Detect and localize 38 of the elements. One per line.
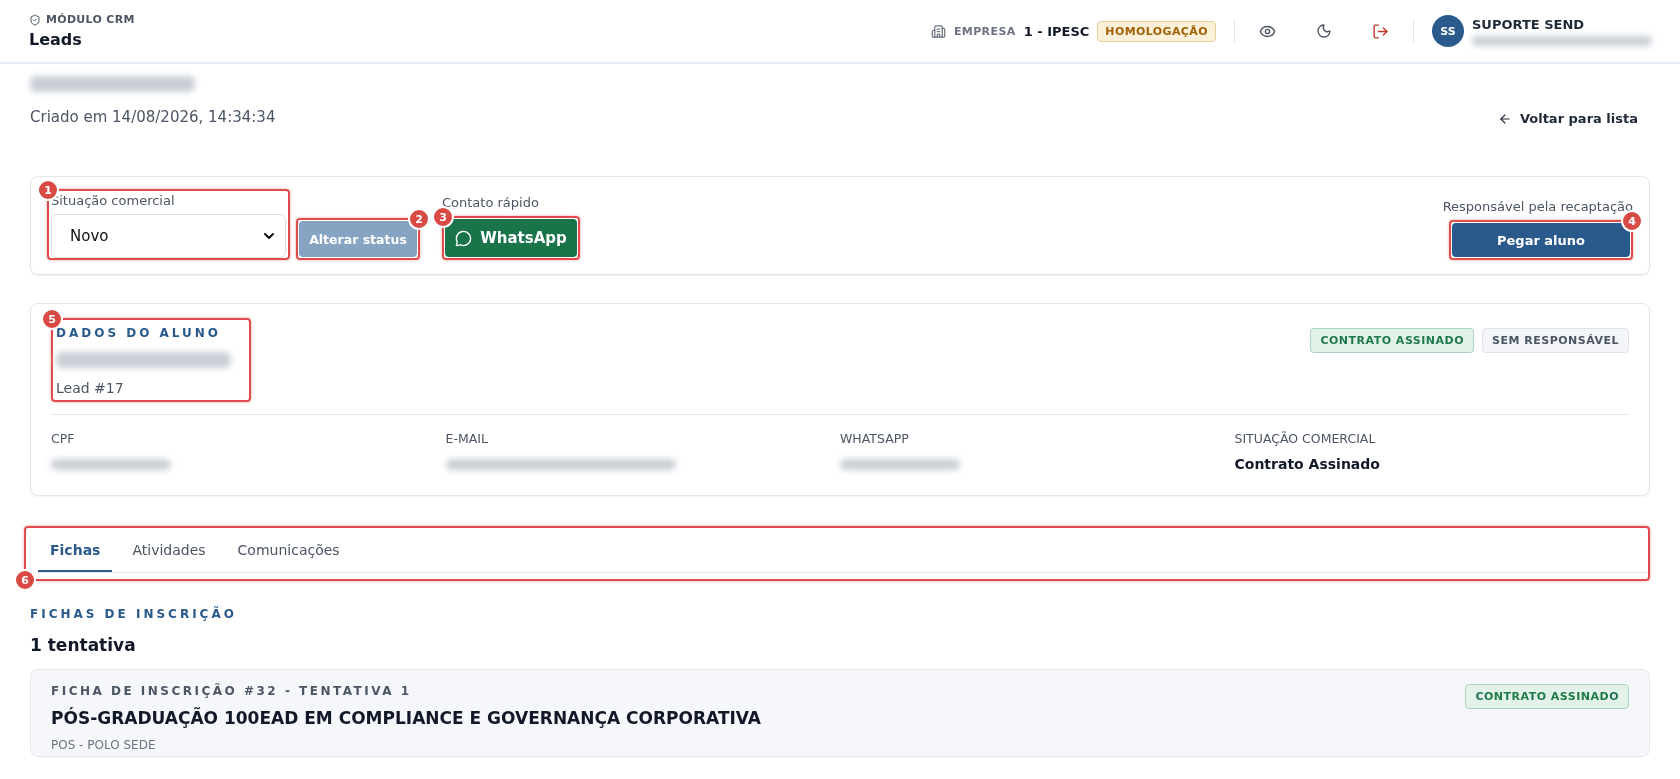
page-title: Leads [29, 30, 83, 49]
status-select[interactable]: Novo [51, 214, 286, 258]
building-icon [930, 23, 946, 39]
tab[interactable]: Fichas [38, 528, 113, 572]
user-avatar[interactable]: SS [1432, 15, 1464, 47]
chat-bubble-icon [455, 229, 473, 247]
course-title: PÓS-GRADUAÇÃO 100EAD EM COMPLIANCE E GOVERNANÇA CORPORATIVA [51, 708, 761, 728]
company-name: 1 - IPESC [1023, 23, 1090, 39]
marker-badge: 3 [432, 206, 454, 228]
status-badge: CONTRATO ASSINADO [1310, 328, 1475, 353]
status-badge: SEM RESPONSÁVEL [1482, 328, 1629, 353]
user-name: SUPORTE SEND [1472, 16, 1586, 32]
section-heading: FICHAS DE INSCRIÇÃO [30, 607, 238, 621]
marker-badge: 2 [408, 208, 430, 230]
marker-badge: 6 [14, 569, 36, 591]
created-date: Criado em 14/08/2026, 14:34:34 [30, 108, 276, 126]
lead-id: Lead #17 [56, 380, 125, 396]
marker-badge: 4 [1621, 210, 1643, 232]
attempt-count: 1 tentativa [30, 635, 137, 655]
field-label: E-MAIL [445, 431, 489, 446]
module-label: MÓDULO CRM [46, 13, 135, 26]
field-label: SITUAÇÃO COMERCIAL [1234, 431, 1377, 446]
company-label: EMPRESA [953, 24, 1016, 38]
tab[interactable]: Atividades [120, 528, 218, 572]
field-label: CPF [51, 431, 76, 446]
field-label: Situação comercial [51, 193, 176, 208]
arrow-left-icon [1497, 111, 1512, 126]
shield-icon [29, 13, 41, 26]
field-value: Contrato Assinado [1234, 456, 1381, 472]
environment-badge: HOMOLOGAÇÃO [1097, 20, 1216, 42]
form-heading: FICHA DE INSCRIÇÃO #32 - TENTATIVA 1 [51, 684, 413, 698]
whatsapp-button[interactable]: WhatsApp [445, 219, 577, 257]
back-link[interactable]: Voltar para lista [1497, 111, 1638, 126]
tab[interactable]: Comunicações [225, 528, 352, 572]
take-student-button[interactable]: Pegar aluno [1452, 223, 1630, 257]
field-label: WHATSAPP [840, 431, 910, 446]
course-subtitle: POS - POLO SEDE [51, 738, 157, 752]
status-badge: CONTRATO ASSINADO [1465, 684, 1629, 709]
